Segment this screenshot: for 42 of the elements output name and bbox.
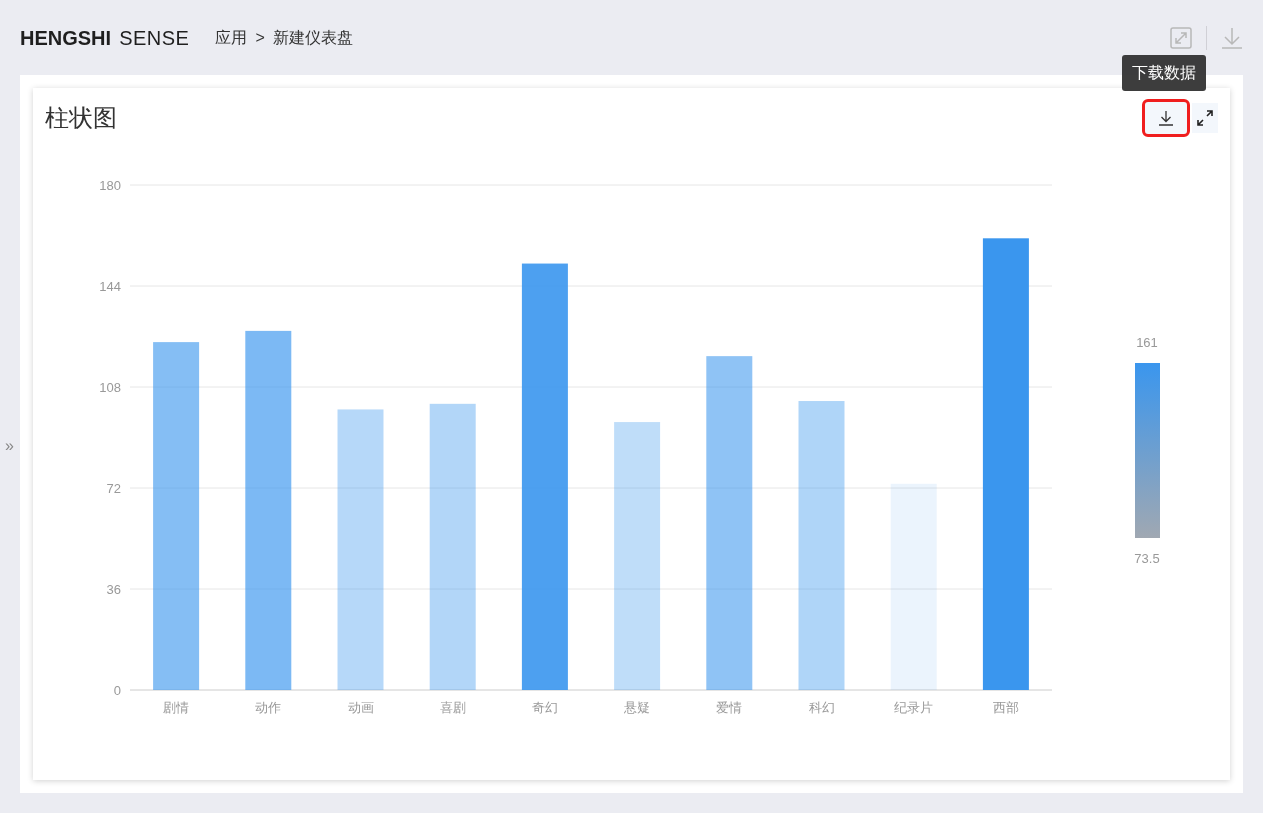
x-axis-label: 奇幻 (531, 700, 558, 715)
tooltip: 下载数据 (1122, 55, 1206, 91)
x-axis-label: 悬疑 (624, 700, 651, 715)
download-icon[interactable] (1221, 25, 1243, 50)
color-scale-bar[interactable] (1135, 363, 1160, 538)
download-button[interactable] (1144, 101, 1188, 135)
y-axis-label: 180 (99, 178, 121, 193)
breadcrumb-item[interactable]: 应用 (215, 25, 248, 50)
x-axis-label: 喜剧 (439, 700, 466, 715)
bar[interactable] (706, 356, 753, 690)
x-axis-label: 纪录片 (894, 700, 934, 715)
x-axis-label: 科幻 (808, 700, 835, 715)
x-axis-label: 动作 (255, 700, 282, 715)
x-axis-label: 西部 (992, 700, 1019, 715)
fullscreen-icon[interactable] (1170, 26, 1192, 49)
x-axis-label: 动画 (347, 700, 374, 715)
y-axis-label: 72 (106, 481, 121, 496)
brand-name: HENGSHI (20, 25, 112, 51)
bar[interactable] (982, 238, 1029, 690)
bar[interactable] (153, 342, 200, 690)
legend-max-label: 161 (1136, 335, 1158, 350)
y-axis-label: 144 (99, 279, 121, 294)
bar[interactable] (337, 409, 384, 690)
bar[interactable] (429, 403, 476, 690)
expand-button[interactable] (1192, 103, 1218, 133)
x-axis-label: 爱情 (716, 700, 743, 715)
download-icon (1158, 110, 1174, 126)
bar[interactable] (798, 401, 845, 690)
chart-title: 柱状图 (45, 103, 117, 133)
x-axis-label: 剧情 (163, 700, 190, 715)
y-axis-label: 36 (106, 582, 121, 597)
bar[interactable] (614, 422, 661, 690)
bar[interactable] (890, 483, 937, 690)
brand-name-suffix: SENSE (119, 25, 190, 51)
y-axis-label: 108 (99, 380, 121, 395)
expand-icon (1196, 109, 1214, 127)
bar[interactable] (521, 263, 568, 690)
legend-min-label: 73.5 (1134, 551, 1160, 566)
breadcrumb-item[interactable]: 新建仪表盘 (272, 25, 353, 50)
breadcrumb-separator: > (255, 27, 265, 48)
bar[interactable] (245, 330, 292, 690)
y-axis-label: 0 (113, 683, 121, 698)
